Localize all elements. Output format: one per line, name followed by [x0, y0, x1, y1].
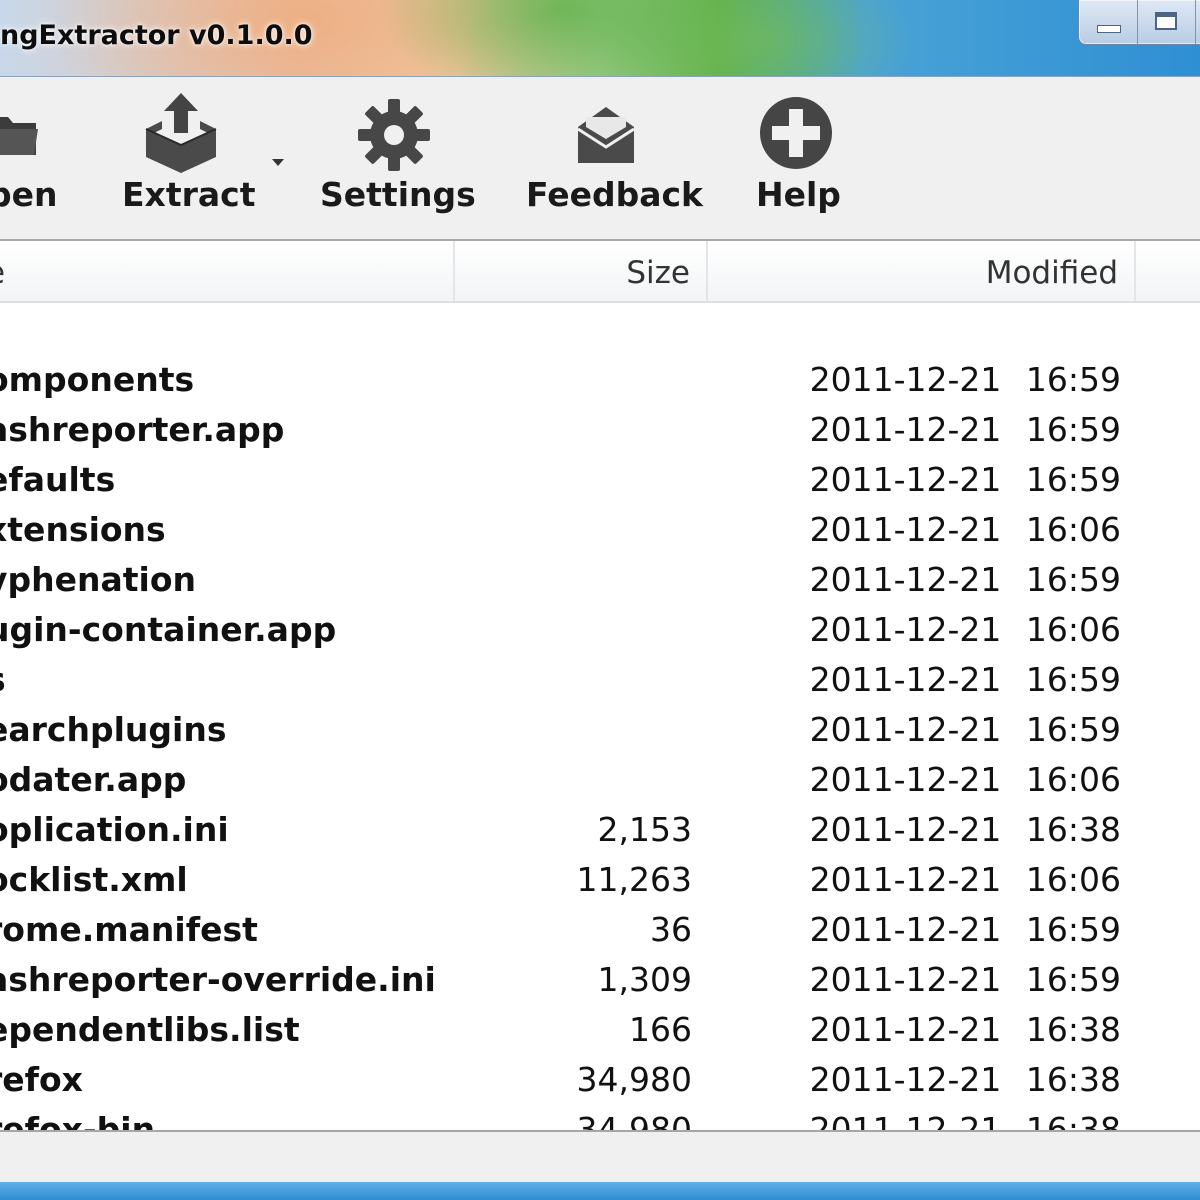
file-name: yphenation	[0, 560, 197, 599]
file-modified: 2011-12-21 16:06	[809, 610, 1121, 649]
file-size: 2,153	[597, 810, 692, 849]
file-list[interactable]: e Size Modified omponents 2011-12-21 16:5…	[0, 241, 1200, 1130]
table-row[interactable]: ocklist.xml 11,263 2011-12-21 16:06	[0, 855, 1200, 905]
file-name: refox	[0, 1060, 83, 1099]
table-row[interactable]: s 2011-12-21 16:59	[0, 655, 1200, 705]
window-bottom-frame	[0, 1182, 1200, 1200]
title-bar: ngExtractor v0.1.0.0	[0, 0, 1200, 77]
open-label: pen	[0, 175, 58, 214]
table-row[interactable]: rome.manifest 36 2011-12-21 16:59	[0, 905, 1200, 955]
feedback-label: Feedback	[526, 175, 703, 214]
file-modified: 2011-12-21 16:06	[809, 860, 1121, 899]
column-name-header[interactable]: e	[0, 241, 455, 301]
column-header: e Size Modified	[0, 241, 1200, 303]
table-row[interactable]: refox 34,980 2011-12-21 16:38	[0, 1055, 1200, 1105]
plus-circle-icon	[760, 97, 832, 169]
file-name: rome.manifest	[0, 910, 258, 949]
window-controls	[1078, 0, 1200, 45]
table-row[interactable]: ugin-container.app 2011-12-21 16:06	[0, 605, 1200, 655]
table-row[interactable]: xtensions 2011-12-21 16:06	[0, 505, 1200, 555]
extract-dropdown-arrow-icon[interactable]	[264, 147, 292, 177]
file-name: ashreporter-override.ini	[0, 960, 436, 999]
table-row[interactable]: yphenation 2011-12-21 16:59	[0, 555, 1200, 605]
file-modified: 2011-12-21 16:59	[809, 410, 1121, 449]
table-row[interactable]: ashreporter.app 2011-12-21 16:59	[0, 405, 1200, 455]
toolbar: pen Extract Settings	[0, 77, 1200, 241]
file-name: odater.app	[0, 760, 187, 799]
file-modified: 2011-12-21 16:38	[809, 1110, 1121, 1130]
table-row[interactable]: ependentlibs.list 166 2011-12-21 16:38	[0, 1005, 1200, 1055]
column-size-header[interactable]: Size	[455, 241, 708, 301]
file-modified: 2011-12-21 16:59	[809, 360, 1121, 399]
file-modified: 2011-12-21 16:06	[809, 760, 1121, 799]
file-name: ugin-container.app	[0, 610, 337, 649]
file-name: xtensions	[0, 510, 166, 549]
table-row[interactable]: earchplugins 2011-12-21 16:59	[0, 705, 1200, 755]
file-modified: 2011-12-21 16:38	[809, 1060, 1121, 1099]
file-size: 36	[650, 910, 692, 949]
file-size: 34,980	[576, 1110, 692, 1130]
file-size: 11,263	[576, 860, 692, 899]
file-name: ashreporter.app	[0, 410, 285, 449]
minimize-button[interactable]	[1079, 0, 1138, 44]
file-size: 166	[629, 1010, 692, 1049]
folder-open-icon	[0, 117, 38, 155]
file-name: ocklist.xml	[0, 860, 188, 899]
table-row[interactable]: odater.app 2011-12-21 16:06	[0, 755, 1200, 805]
file-name: efaults	[0, 460, 116, 499]
file-rows: omponents 2011-12-21 16:59 ashreporter.ap…	[0, 355, 1200, 1130]
file-modified: 2011-12-21 16:59	[809, 660, 1121, 699]
settings-label: Settings	[320, 175, 476, 214]
file-modified: 2011-12-21 16:59	[809, 710, 1121, 749]
file-size: 34,980	[576, 1060, 692, 1099]
file-size: 1,309	[597, 960, 692, 999]
file-name: omponents	[0, 360, 195, 399]
help-label: Help	[756, 175, 841, 214]
file-name: ependentlibs.list	[0, 1010, 300, 1049]
maximize-icon	[1155, 12, 1177, 30]
file-modified: 2011-12-21 16:38	[809, 810, 1121, 849]
open-button[interactable]: pen	[0, 77, 90, 237]
help-button[interactable]: Help	[744, 77, 854, 237]
feedback-button[interactable]: Feedback	[516, 77, 703, 237]
envelope-icon	[577, 107, 635, 163]
table-row[interactable]: oplication.ini 2,153 2011-12-21 16:38	[0, 805, 1200, 855]
window-title: ngExtractor v0.1.0.0	[0, 20, 313, 51]
gear-icon	[358, 99, 430, 171]
extract-tray-icon	[145, 93, 217, 173]
extract-label: Extract	[122, 175, 256, 214]
file-modified: 2011-12-21 16:59	[809, 460, 1121, 499]
table-row[interactable]: ashreporter-override.ini 1,309 2011-12-21 …	[0, 955, 1200, 1005]
file-modified: 2011-12-21 16:06	[809, 510, 1121, 549]
file-modified: 2011-12-21 16:59	[809, 960, 1121, 999]
file-modified: 2011-12-21 16:38	[809, 1010, 1121, 1049]
table-row[interactable]: refox-bin 34,980 2011-12-21 16:38	[0, 1105, 1200, 1130]
file-name: oplication.ini	[0, 810, 229, 849]
file-name: s	[0, 655, 6, 705]
file-name: earchplugins	[0, 710, 227, 749]
file-name: refox-bin	[0, 1110, 156, 1130]
file-modified: 2011-12-21 16:59	[809, 910, 1121, 949]
extract-button[interactable]: Extract	[110, 77, 270, 237]
table-row[interactable]: omponents 2011-12-21 16:59	[0, 355, 1200, 405]
file-modified: 2011-12-21 16:59	[809, 560, 1121, 599]
minimize-icon	[1097, 25, 1121, 33]
table-row[interactable]: efaults 2011-12-21 16:59	[0, 455, 1200, 505]
settings-button[interactable]: Settings	[314, 77, 476, 237]
column-modified-header[interactable]: Modified	[708, 241, 1136, 301]
maximize-button[interactable]	[1137, 0, 1196, 44]
status-bar	[0, 1130, 1200, 1184]
